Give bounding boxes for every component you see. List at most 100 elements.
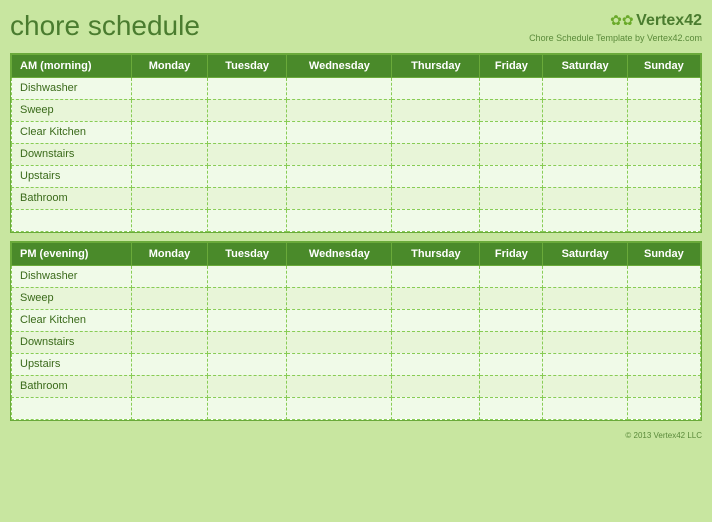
cell[interactable] (287, 265, 392, 287)
cell[interactable] (207, 287, 286, 309)
cell[interactable] (627, 99, 700, 121)
cell[interactable] (392, 187, 480, 209)
cell[interactable] (543, 77, 627, 99)
cell[interactable] (207, 187, 286, 209)
cell[interactable] (480, 99, 543, 121)
cell[interactable] (132, 331, 208, 353)
cell[interactable] (480, 331, 543, 353)
cell[interactable] (132, 143, 208, 165)
cell[interactable] (392, 375, 480, 397)
cell[interactable] (132, 77, 208, 99)
cell[interactable] (627, 397, 700, 419)
cell[interactable] (392, 397, 480, 419)
cell[interactable] (392, 209, 480, 231)
cell[interactable] (287, 165, 392, 187)
cell[interactable] (392, 353, 480, 375)
cell[interactable] (207, 265, 286, 287)
cell[interactable] (132, 121, 208, 143)
cell[interactable] (287, 77, 392, 99)
cell[interactable] (392, 77, 480, 99)
cell[interactable] (543, 165, 627, 187)
cell[interactable] (287, 287, 392, 309)
cell[interactable] (480, 287, 543, 309)
cell[interactable] (207, 331, 286, 353)
cell[interactable] (287, 121, 392, 143)
cell[interactable] (627, 165, 700, 187)
cell[interactable] (543, 287, 627, 309)
cell[interactable] (287, 187, 392, 209)
cell[interactable] (392, 309, 480, 331)
cell[interactable] (480, 121, 543, 143)
cell[interactable] (480, 397, 543, 419)
cell[interactable] (627, 353, 700, 375)
cell[interactable] (627, 209, 700, 231)
cell[interactable] (480, 77, 543, 99)
cell[interactable] (287, 99, 392, 121)
cell[interactable] (480, 375, 543, 397)
cell[interactable] (287, 353, 392, 375)
cell[interactable] (132, 309, 208, 331)
cell[interactable] (543, 309, 627, 331)
cell[interactable] (627, 287, 700, 309)
cell[interactable] (207, 353, 286, 375)
cell[interactable] (627, 331, 700, 353)
cell[interactable] (287, 143, 392, 165)
cell[interactable] (480, 143, 543, 165)
cell[interactable] (287, 331, 392, 353)
cell[interactable] (132, 187, 208, 209)
cell[interactable] (207, 99, 286, 121)
cell[interactable] (480, 353, 543, 375)
cell[interactable] (543, 99, 627, 121)
cell[interactable] (627, 143, 700, 165)
cell[interactable] (132, 375, 208, 397)
cell[interactable] (392, 143, 480, 165)
cell[interactable] (132, 265, 208, 287)
chore-label: Upstairs (12, 165, 132, 187)
cell[interactable] (207, 143, 286, 165)
cell[interactable] (480, 165, 543, 187)
cell[interactable] (627, 121, 700, 143)
cell[interactable] (132, 99, 208, 121)
cell[interactable] (392, 265, 480, 287)
cell[interactable] (480, 187, 543, 209)
cell[interactable] (392, 121, 480, 143)
cell[interactable] (132, 287, 208, 309)
cell[interactable] (132, 397, 208, 419)
cell[interactable] (207, 397, 286, 419)
cell[interactable] (287, 209, 392, 231)
cell[interactable] (543, 331, 627, 353)
cell[interactable] (543, 143, 627, 165)
cell[interactable] (392, 287, 480, 309)
cell[interactable] (207, 209, 286, 231)
cell[interactable] (207, 121, 286, 143)
cell[interactable] (627, 309, 700, 331)
cell[interactable] (207, 309, 286, 331)
cell[interactable] (132, 353, 208, 375)
cell[interactable] (480, 209, 543, 231)
cell[interactable] (207, 375, 286, 397)
cell[interactable] (392, 165, 480, 187)
cell[interactable] (543, 265, 627, 287)
cell[interactable] (132, 165, 208, 187)
cell[interactable] (627, 265, 700, 287)
cell[interactable] (543, 187, 627, 209)
cell[interactable] (627, 375, 700, 397)
cell[interactable] (287, 397, 392, 419)
cell[interactable] (480, 265, 543, 287)
cell[interactable] (543, 121, 627, 143)
cell[interactable] (287, 309, 392, 331)
cell[interactable] (392, 99, 480, 121)
cell[interactable] (287, 375, 392, 397)
cell[interactable] (627, 187, 700, 209)
cell[interactable] (207, 77, 286, 99)
cell[interactable] (543, 209, 627, 231)
cell[interactable] (543, 375, 627, 397)
cell[interactable] (543, 397, 627, 419)
cell[interactable] (392, 331, 480, 353)
cell[interactable] (132, 209, 208, 231)
cell[interactable] (543, 353, 627, 375)
pm-header-label: PM (evening) (12, 242, 132, 265)
cell[interactable] (480, 309, 543, 331)
cell[interactable] (627, 77, 700, 99)
cell[interactable] (207, 165, 286, 187)
